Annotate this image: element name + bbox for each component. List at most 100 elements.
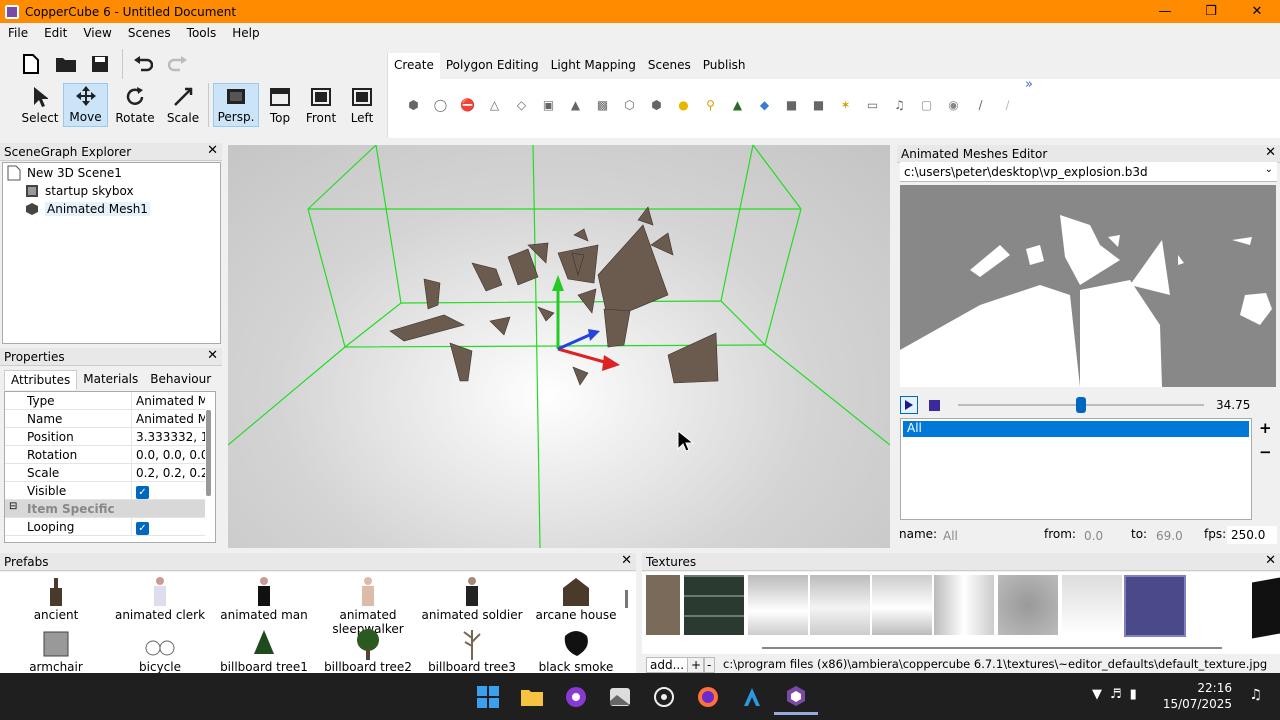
photos-taskbar-icon[interactable] [598, 679, 642, 715]
property-row[interactable]: Scale 0.2, 0.2, 0.2 [5, 464, 205, 482]
create-path-icon[interactable]: ∕ [967, 95, 994, 115]
fps-field[interactable]: 250.0 [1227, 526, 1277, 544]
texture-thumb[interactable] [646, 575, 680, 635]
frame-slider-thumb[interactable] [1076, 397, 1086, 413]
create-camera-icon[interactable]: ⚲ [697, 95, 724, 115]
prefabs-scrollbar[interactable] [625, 590, 628, 608]
property-row[interactable]: Rotation 0.0, 0.0, 0.0 [5, 446, 205, 464]
texture-thumb[interactable] [934, 575, 994, 635]
prefab-billboard-tree3[interactable]: billboard tree3 [420, 626, 524, 673]
tab-publish[interactable]: Publish [697, 53, 752, 79]
wifi-icon[interactable]: ▼ [1092, 687, 1102, 702]
texture-thumb[interactable] [748, 575, 808, 635]
undo-icon[interactable] [131, 52, 155, 76]
create-terrain-icon[interactable]: ▲ [562, 95, 589, 115]
texture-minus-button[interactable]: - [703, 657, 716, 673]
prefab-billboard-tree2[interactable]: billboard tree2 [316, 626, 420, 673]
property-row[interactable]: Looping ✓ [5, 518, 205, 536]
prefab-ancient[interactable]: ancient [4, 574, 108, 622]
notification-bell-icon[interactable]: ♫ [1249, 687, 1262, 703]
tab-polygon-editing[interactable]: Polygon Editing [440, 53, 545, 79]
texture-scrollbar[interactable] [762, 647, 1222, 649]
prefabs-close-icon[interactable]: ✕ [621, 553, 632, 568]
close-button[interactable]: ✕ [1234, 0, 1280, 23]
select-tool-button[interactable]: Select [20, 83, 60, 127]
prefab-armchair[interactable]: armchair [4, 626, 108, 673]
create-mesh-icon[interactable]: ⬡ [616, 95, 643, 115]
tab-scenes[interactable]: Scenes [642, 53, 697, 79]
textures-close-icon[interactable]: ✕ [1265, 553, 1276, 568]
app-a-taskbar-icon[interactable] [730, 679, 774, 715]
stop-button[interactable] [926, 397, 942, 413]
animation-list[interactable]: All [900, 418, 1252, 520]
prefab-animated-man[interactable]: animated man [212, 574, 316, 622]
volume-icon[interactable]: ♬ [1110, 687, 1122, 702]
create-skybox-icon[interactable]: ▩ [589, 95, 616, 115]
tab-behaviour[interactable]: Behaviour [144, 370, 217, 390]
menu-file[interactable]: File [0, 26, 36, 40]
tab-attributes[interactable]: Attributes [4, 370, 78, 390]
property-row[interactable]: Type Animated M [5, 392, 205, 410]
create-2d-button-icon[interactable]: ◉ [940, 95, 967, 115]
prefab-animated-clerk[interactable]: animated clerk [108, 574, 212, 622]
create-building-icon[interactable]: ▣ [535, 95, 562, 115]
file-explorer-taskbar-icon[interactable] [510, 679, 554, 715]
tab-materials[interactable]: Materials [77, 370, 144, 390]
mesh-file-dropdown[interactable]: c:\users\peter\desktop\vp_explosion.b3d … [900, 162, 1277, 182]
to-field[interactable]: 69.0 [1156, 529, 1183, 543]
texture-thumb[interactable] [684, 575, 744, 635]
left-view-button[interactable]: Left [347, 83, 377, 127]
menu-tools[interactable]: Tools [179, 26, 225, 40]
prefab-bicycle[interactable]: bicycle [108, 626, 212, 673]
menu-help[interactable]: Help [224, 26, 267, 40]
save-icon[interactable] [88, 52, 112, 76]
menu-scenes[interactable]: Scenes [120, 26, 179, 40]
clock[interactable]: 22:16 15/07/2025 [1163, 680, 1232, 712]
open-folder-icon[interactable] [54, 52, 78, 76]
scenegraph-close-icon[interactable]: ✕ [207, 143, 218, 158]
create-animated-mesh-icon[interactable]: ⬢ [643, 95, 670, 115]
create-cone-icon[interactable]: △ [481, 95, 508, 115]
battery-icon[interactable]: ▮ [1130, 687, 1137, 702]
create-tree-icon[interactable]: ▲ [724, 95, 751, 115]
tree-item-startup-skybox[interactable]: startup skybox [25, 182, 134, 200]
ai-assistant-taskbar-icon[interactable] [642, 679, 686, 715]
collapse-icon[interactable]: ⊟ [9, 501, 17, 512]
tree-item-scene-root[interactable]: New 3D Scene1 [7, 164, 122, 182]
remove-animation-button[interactable]: − [1259, 443, 1272, 461]
rotate-tool-button[interactable]: Rotate [114, 83, 156, 127]
texture-thumb[interactable] [1252, 577, 1280, 639]
frame-slider-track[interactable] [958, 397, 1204, 413]
create-cube-icon[interactable]: ⬢ [400, 95, 427, 115]
visible-checkbox[interactable]: ✓ [136, 486, 149, 499]
animation-list-item[interactable]: All [903, 421, 1249, 437]
minimize-button[interactable]: — [1142, 0, 1188, 23]
looping-checkbox[interactable]: ✓ [136, 522, 149, 535]
start-button[interactable] [466, 679, 510, 715]
property-row[interactable]: Name Animated M [5, 410, 205, 428]
scale-tool-button[interactable]: Scale [163, 83, 203, 127]
maximize-button[interactable]: ❐ [1188, 0, 1234, 23]
firefox-taskbar-icon[interactable] [686, 679, 730, 715]
create-particles-icon[interactable]: ✶ [832, 95, 859, 115]
create-cylinder-icon[interactable]: ⛔ [454, 95, 481, 115]
texture-thumb[interactable] [872, 575, 932, 635]
property-row[interactable]: Position3.333332, 1.6 [5, 428, 205, 446]
new-file-icon[interactable] [19, 52, 43, 76]
name-field[interactable]: All [943, 529, 958, 543]
play-button[interactable] [900, 396, 918, 414]
front-view-button[interactable]: Front [302, 83, 340, 127]
coppercube-taskbar-icon[interactable] [774, 679, 818, 715]
prefab-arcane-house[interactable]: arcane house [524, 574, 628, 622]
create-sphere-icon[interactable]: ◯ [427, 95, 454, 115]
prefab-billboard-tree1[interactable]: billboard tree1 [212, 626, 316, 673]
texture-thumb[interactable] [998, 575, 1058, 635]
texture-thumb[interactable] [810, 575, 870, 635]
move-tool-button[interactable]: Move [63, 83, 108, 127]
menu-view[interactable]: View [75, 26, 119, 40]
create-video-icon[interactable]: ▭ [859, 95, 886, 115]
3d-viewport[interactable] [228, 145, 890, 548]
tree-item-animated-mesh1[interactable]: Animated Mesh1 [25, 200, 150, 218]
perspective-view-button[interactable]: Persp. [213, 83, 259, 127]
from-field[interactable]: 0.0 [1084, 529, 1103, 543]
